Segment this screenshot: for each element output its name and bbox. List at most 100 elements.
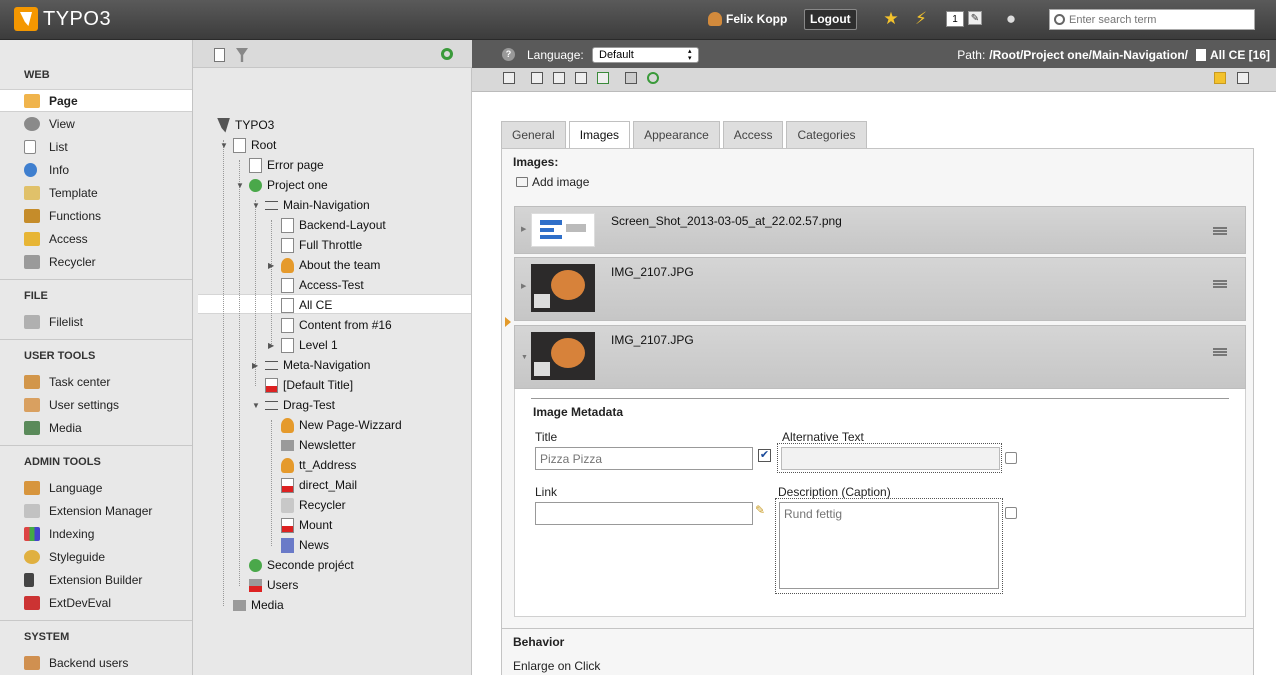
tree-node-tt-address[interactable]: tt_Address <box>281 456 356 474</box>
expand-arrow-icon[interactable]: ▶ <box>268 341 274 350</box>
tab-images[interactable]: Images <box>568 121 631 149</box>
section-web[interactable]: WEB <box>24 69 50 81</box>
tree-node-users[interactable]: Users <box>249 576 298 594</box>
module-backend-users[interactable]: Backend users <box>0 651 192 674</box>
tree-node-project-one[interactable]: Project one <box>249 176 328 194</box>
clear-cache-lightning-icon[interactable]: ⚡ <box>912 9 930 28</box>
save-icon[interactable] <box>531 72 543 84</box>
new-page-icon[interactable] <box>214 48 225 62</box>
refresh-icon[interactable] <box>441 48 453 60</box>
module-indexing[interactable]: Indexing <box>0 522 192 545</box>
link-field[interactable] <box>535 502 753 525</box>
module-list[interactable]: List <box>0 135 192 158</box>
tree-node-all-ce[interactable]: All CE <box>281 296 332 314</box>
path-value[interactable]: /Root/Project one/Main-Navigation/ <box>989 48 1188 62</box>
module-user-settings[interactable]: User settings <box>0 393 192 416</box>
tree-node-typo3[interactable]: TYPO3 <box>217 116 274 134</box>
delete-trash-icon[interactable] <box>625 72 637 84</box>
collapse-arrow-icon[interactable]: ▼ <box>220 141 228 150</box>
expand-arrow-icon[interactable]: ▶ <box>268 261 274 270</box>
expand-arrow-icon[interactable]: ▶ <box>521 225 526 233</box>
search-input[interactable] <box>1069 13 1249 26</box>
link-wizard-pencil-icon[interactable]: ✎ <box>755 503 771 517</box>
alternative-text-field[interactable] <box>781 447 1000 470</box>
collapse-arrow-icon[interactable]: ▼ <box>236 181 244 190</box>
section-user-tools[interactable]: USER TOOLS <box>24 350 95 362</box>
tree-node-meta-navigation[interactable]: Meta-Navigation <box>265 356 370 374</box>
user-menu[interactable]: Felix Kopp <box>708 12 787 26</box>
open-new-window-icon[interactable] <box>1237 72 1249 84</box>
title-field[interactable] <box>535 447 753 470</box>
module-info[interactable]: Info <box>0 158 192 181</box>
bookmark-star-icon[interactable]: ★ <box>882 9 900 28</box>
drag-handle-icon[interactable] <box>1213 280 1227 288</box>
tree-node-access-test[interactable]: Access-Test <box>281 276 364 294</box>
collapse-arrow-icon[interactable]: ▼ <box>252 401 260 410</box>
tree-node-about-the-team[interactable]: About the team <box>281 256 380 274</box>
tree-node-seconde-project[interactable]: Seconde projéct <box>249 556 354 574</box>
tab-general[interactable]: General <box>501 121 566 148</box>
workspace-badge[interactable]: 1 <box>946 11 964 27</box>
title-override-checkbox[interactable]: ✔ <box>758 449 771 462</box>
module-media[interactable]: Media <box>0 416 192 439</box>
tree-node-root[interactable]: Root <box>233 136 276 154</box>
typo3-logo[interactable]: TYPO3 <box>14 7 111 31</box>
module-language[interactable]: Language <box>0 476 192 499</box>
image-row[interactable]: ▶ Screen_Shot_2013-03-05_at_22.02.57.png <box>514 206 1246 254</box>
tab-categories[interactable]: Categories <box>786 121 867 148</box>
expand-arrow-icon[interactable]: ▶ <box>252 361 258 370</box>
shortcut-star-icon[interactable] <box>1214 72 1226 84</box>
logout-button[interactable]: Logout <box>804 9 857 30</box>
module-template[interactable]: Template <box>0 181 192 204</box>
module-extdeveval[interactable]: ExtDevEval <box>0 591 192 614</box>
save-new-icon[interactable] <box>597 72 609 84</box>
tree-node-media[interactable]: Media <box>233 596 284 614</box>
module-view[interactable]: View <box>0 112 192 135</box>
search-box[interactable] <box>1049 9 1255 30</box>
image-row[interactable]: ▶ IMG_2107.JPG <box>514 257 1246 321</box>
module-filelist[interactable]: Filelist <box>0 310 192 333</box>
tree-node-backend-layout[interactable]: Backend-Layout <box>281 216 386 234</box>
tree-node-recycler[interactable]: Recycler <box>281 496 346 514</box>
module-extension-builder[interactable]: Extension Builder <box>0 568 192 591</box>
tree-node-main-navigation[interactable]: Main-Navigation <box>265 196 370 214</box>
module-functions[interactable]: Functions <box>0 204 192 227</box>
tree-node-level-1[interactable]: Level 1 <box>281 336 338 354</box>
tree-node-default-title[interactable]: [Default Title] <box>265 376 353 394</box>
description-field[interactable] <box>779 502 999 589</box>
filter-icon[interactable] <box>236 48 248 62</box>
drag-handle-icon[interactable] <box>1213 348 1227 356</box>
collapse-arrow-icon[interactable]: ▼ <box>521 354 528 361</box>
tree-node-error-page[interactable]: Error page <box>249 156 324 174</box>
module-extension-manager[interactable]: Extension Manager <box>0 499 192 522</box>
collapse-arrow-icon[interactable]: ▼ <box>252 201 260 210</box>
section-file[interactable]: FILE <box>24 290 48 302</box>
tree-node-drag-test[interactable]: Drag-Test <box>265 396 335 414</box>
add-image-link[interactable]: Add image <box>516 175 589 189</box>
language-select[interactable]: Default <box>592 47 699 63</box>
tree-node-direct-mail[interactable]: direct_Mail <box>281 476 357 494</box>
undo-icon[interactable] <box>647 72 659 84</box>
tree-node-full-throttle[interactable]: Full Throttle <box>281 236 362 254</box>
tab-appearance[interactable]: Appearance <box>633 121 720 148</box>
save-view-icon[interactable] <box>553 72 565 84</box>
image-row-expanded[interactable]: ▼ IMG_2107.JPG <box>514 325 1246 389</box>
expand-arrow-icon[interactable]: ▶ <box>521 282 526 290</box>
description-override-checkbox[interactable] <box>1005 507 1017 519</box>
alt-text-override-checkbox[interactable] <box>1005 452 1017 464</box>
section-system[interactable]: SYSTEM <box>24 631 69 643</box>
module-access[interactable]: Access <box>0 227 192 250</box>
module-recycler[interactable]: Recycler <box>0 250 192 273</box>
tab-access[interactable]: Access <box>722 121 784 148</box>
close-icon[interactable] <box>503 72 515 84</box>
save-close-icon[interactable] <box>575 72 587 84</box>
edit-icon[interactable]: ✎ <box>968 11 982 25</box>
tree-node-newsletter[interactable]: Newsletter <box>281 436 356 454</box>
tree-node-news[interactable]: News <box>281 536 329 554</box>
bomb-icon[interactable]: ● <box>1002 9 1020 28</box>
tree-node-mount[interactable]: Mount <box>281 516 332 534</box>
tree-node-content-from-16[interactable]: Content from #16 <box>281 316 392 334</box>
help-icon[interactable]: ? <box>502 48 515 61</box>
module-task-center[interactable]: Task center <box>0 370 192 393</box>
module-styleguide[interactable]: Styleguide <box>0 545 192 568</box>
